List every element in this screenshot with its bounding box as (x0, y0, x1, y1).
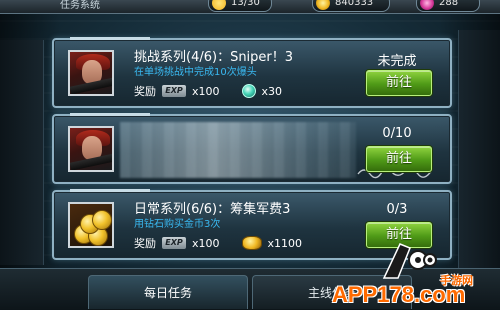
card-notch (70, 113, 150, 116)
watermark-domain: APP178.com (332, 282, 466, 307)
gold-coin-icon (316, 0, 330, 10)
go-button[interactable]: 前往 (366, 70, 432, 96)
quest-card-sniper: 挑战系列(4/6)：Sniper！3 在单场挑战中完成10次爆头 奖励 EXP … (52, 37, 452, 108)
quest-status: 0/3 (386, 202, 408, 217)
screen-title: 任务系统 (60, 0, 100, 11)
exp-badge-icon: EXP (162, 237, 186, 249)
reward-gold-amount: x1100 (267, 236, 303, 250)
go-button[interactable]: 前往 (366, 146, 432, 172)
reward-exp-amount: x100 (192, 236, 220, 250)
energy-counter[interactable]: 13/30 (208, 0, 272, 12)
quest-card-blurred: 0/10 前往 (52, 113, 452, 184)
card-notch (70, 37, 150, 40)
reward-label: 奖励 (134, 85, 156, 98)
sniper-portrait-icon (68, 126, 114, 172)
gem-counter[interactable]: 288 (416, 0, 480, 12)
blurred-region (120, 122, 356, 178)
gold-counter[interactable]: 840333 (312, 0, 390, 12)
quest-description: 在单场挑战中完成10次爆头 (134, 67, 257, 78)
quest-status: 0/10 (382, 126, 412, 141)
resource-bar: 任务系统 13/30 840333 288 (0, 0, 500, 14)
gem-icon (241, 84, 256, 98)
tab-daily-tasks[interactable]: 每日任务 (88, 275, 248, 309)
quest-rewards: 奖励 EXP x100 x1100 (134, 235, 302, 251)
exp-badge-icon: EXP (162, 85, 186, 97)
gold-coin-icon (241, 236, 262, 250)
quest-rewards: 奖励 EXP x100 x30 (134, 83, 282, 99)
gold-pile-icon (68, 202, 114, 248)
watermark-logo-icon (382, 243, 437, 279)
right-rail (458, 30, 500, 270)
energy-icon (212, 0, 226, 10)
sniper-portrait-icon (68, 50, 114, 96)
reward-gem-amount: x30 (261, 84, 283, 98)
quest-status: 未完成 (377, 54, 417, 69)
card-notch (70, 189, 150, 192)
gem-icon (420, 0, 434, 10)
left-rail (0, 40, 44, 265)
reward-exp-amount: x100 (192, 84, 220, 98)
quest-description: 用钻石购买金币3次 (134, 219, 221, 230)
quest-screen: 任务系统 13/30 840333 288 挑战系列(4/6)：Sniper！3… (0, 0, 500, 310)
reward-label: 奖励 (134, 237, 156, 250)
